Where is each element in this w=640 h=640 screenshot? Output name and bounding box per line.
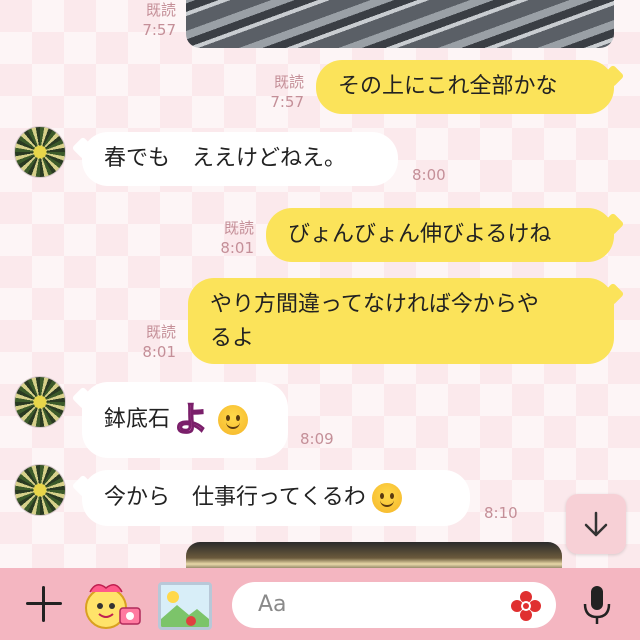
message-text-line: るよ (210, 326, 255, 351)
message-time: 7:57 (270, 93, 304, 111)
outgoing-message[interactable]: やり方間違ってなければ今からや るよ (188, 278, 614, 364)
outgoing-message[interactable]: びょんびょん伸びよるけね (266, 208, 614, 262)
message-time: 8:00 (412, 166, 446, 184)
microphone-button[interactable] (580, 584, 614, 626)
read-receipt: 既読 (145, 1, 176, 19)
microphone-icon (583, 586, 611, 624)
incoming-message[interactable]: 春でも ええけどねえ。 (82, 132, 398, 186)
plus-icon[interactable] (24, 584, 64, 624)
message-time: 8:10 (484, 504, 518, 522)
message-text: その上にこれ全部かな (338, 74, 558, 99)
photo-message[interactable] (186, 542, 562, 568)
photo-icon (161, 585, 209, 627)
incoming-message[interactable]: 今から 仕事行ってくるわ (82, 470, 470, 526)
yo-sticker-icon: よ (173, 400, 209, 440)
message-meta: 既読 7:57 (258, 72, 304, 112)
message-input-placeholder: Aa (258, 592, 287, 617)
message-time: 8:09 (300, 430, 334, 448)
message-meta: 既読 7:57 (130, 0, 176, 40)
read-receipt: 既読 (273, 73, 304, 91)
incoming-message[interactable]: 鉢底石 よ (82, 382, 288, 458)
sticker-button[interactable] (82, 578, 144, 634)
chat-area[interactable]: 既読 7:57 既読 7:57 その上にこれ全部かな 春でも ええけどねえ。 8… (0, 0, 640, 568)
message-text: びょんびょん伸びよるけね (288, 222, 552, 247)
message-meta: 既読 8:01 (208, 218, 254, 258)
smiling-face-icon (218, 405, 249, 435)
smiling-face-icon (371, 483, 402, 513)
avatar[interactable] (14, 376, 66, 428)
message-text: 春でも ええけどねえ。 (104, 146, 347, 171)
outgoing-message[interactable]: その上にこれ全部かな (316, 60, 614, 114)
sticker-icon (85, 584, 141, 629)
composer-toolbar: Aa (0, 568, 640, 640)
photo-message[interactable] (186, 0, 614, 48)
message-text: 今から 仕事行ってくるわ (104, 485, 366, 510)
message-meta: 既読 8:01 (130, 322, 176, 362)
avatar[interactable] (14, 464, 66, 516)
message-time: 8:01 (220, 239, 254, 257)
scroll-to-bottom-button[interactable] (566, 494, 626, 554)
read-receipt: 既読 (223, 219, 254, 237)
emoji-icon (510, 590, 542, 622)
message-time: 8:01 (142, 343, 176, 361)
read-receipt: 既読 (145, 323, 176, 341)
emoji-button[interactable] (508, 588, 544, 624)
message-text: 鉢底石 (104, 407, 171, 432)
message-time: 7:57 (142, 21, 176, 39)
message-text-line: やり方間違ってなければ今からや (210, 292, 539, 317)
avatar[interactable] (14, 126, 66, 178)
photo-button[interactable] (158, 582, 212, 630)
arrow-down-icon (584, 511, 608, 537)
